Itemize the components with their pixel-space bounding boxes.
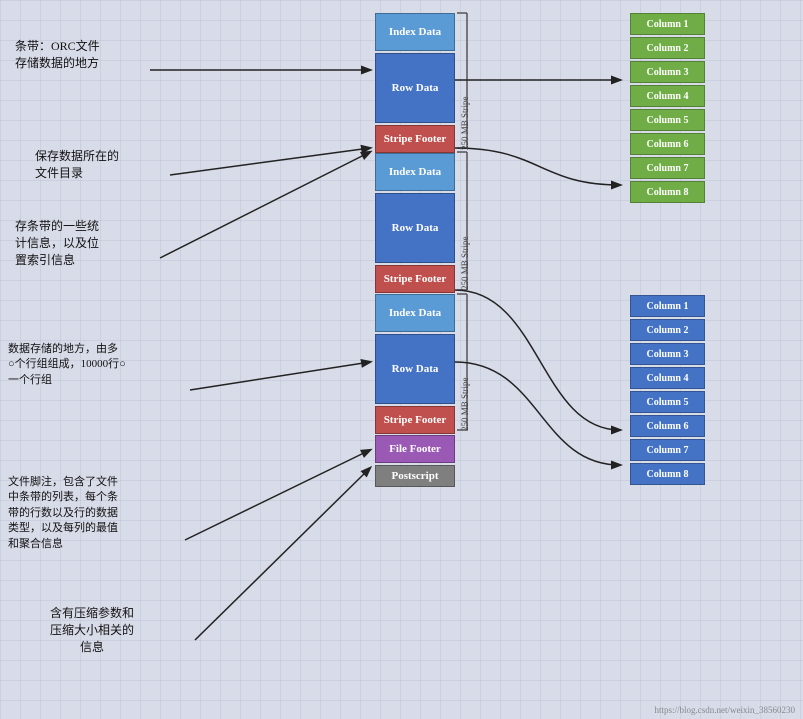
ann-rowgroup: 数据存储的地方，由多○个行组组成，10000行○一个行组 bbox=[8, 342, 126, 388]
col5-g1: Column 5 bbox=[630, 109, 705, 131]
col4-g1: Column 4 bbox=[630, 85, 705, 107]
stripe2-footer: Stripe Footer bbox=[375, 265, 455, 293]
col6-g2: Column 6 bbox=[630, 415, 705, 437]
stripe3-index: Index Data bbox=[375, 294, 455, 332]
col-group-1: Column 1 Column 2 Column 3 Column 4 Colu… bbox=[630, 13, 705, 203]
ann-filefooter: 文件脚注，包含了文件中条带的列表，每个条带的行数以及行的数据类型，以及每列的最值… bbox=[8, 475, 118, 552]
col7-g1: Column 7 bbox=[630, 157, 705, 179]
stripe1-row: Row Data bbox=[375, 53, 455, 123]
col8-g2: Column 8 bbox=[630, 463, 705, 485]
col6-g1: Column 6 bbox=[630, 133, 705, 155]
stripe2-row: Row Data bbox=[375, 193, 455, 263]
col2-g1: Column 2 bbox=[630, 37, 705, 59]
col-group-2: Column 1 Column 2 Column 3 Column 4 Colu… bbox=[630, 295, 705, 485]
stripe1-footer: Stripe Footer bbox=[375, 125, 455, 153]
stripe3-footer: Stripe Footer bbox=[375, 406, 455, 434]
stripe2-label: 250 MB Stripe bbox=[460, 153, 470, 290]
stripe3-row: Row Data bbox=[375, 334, 455, 404]
col1-g1: Column 1 bbox=[630, 13, 705, 35]
stripe-1: Index Data Row Data Stripe Footer bbox=[375, 13, 455, 153]
ann-stripe: 条带：ORC文件存储数据的地方 bbox=[15, 38, 100, 72]
stripe1-index: Index Data bbox=[375, 13, 455, 51]
col3-g2: Column 3 bbox=[630, 343, 705, 365]
stripe-2: Index Data Row Data Stripe Footer bbox=[375, 153, 455, 293]
ann-postscript: 含有压缩参数和压缩大小相关的信息 bbox=[50, 605, 134, 655]
file-footer: File Footer bbox=[375, 435, 455, 463]
col8-g1: Column 8 bbox=[630, 181, 705, 203]
postscript: Postscript bbox=[375, 465, 455, 487]
diagram-container: Index Data Row Data Stripe Footer 250 MB… bbox=[0, 0, 803, 719]
col3-g1: Column 3 bbox=[630, 61, 705, 83]
stripe1-label: 250 MB Stripe bbox=[460, 13, 470, 150]
stripe2-index: Index Data bbox=[375, 153, 455, 191]
watermark: https://blog.csdn.net/weixin_38560230 bbox=[655, 705, 796, 715]
ann-dir: 保存数据所在的文件目录 bbox=[35, 148, 119, 182]
stripe-3: Index Data Row Data Stripe Footer bbox=[375, 294, 455, 434]
col7-g2: Column 7 bbox=[630, 439, 705, 461]
col5-g2: Column 5 bbox=[630, 391, 705, 413]
col4-g2: Column 4 bbox=[630, 367, 705, 389]
ann-stat: 存条带的一些统计信息，以及位置索引信息 bbox=[15, 218, 99, 268]
file-section: File Footer Postscript bbox=[375, 435, 455, 487]
col1-g2: Column 1 bbox=[630, 295, 705, 317]
stripe3-label: 250 MB Stripe bbox=[460, 294, 470, 431]
col2-g2: Column 2 bbox=[630, 319, 705, 341]
